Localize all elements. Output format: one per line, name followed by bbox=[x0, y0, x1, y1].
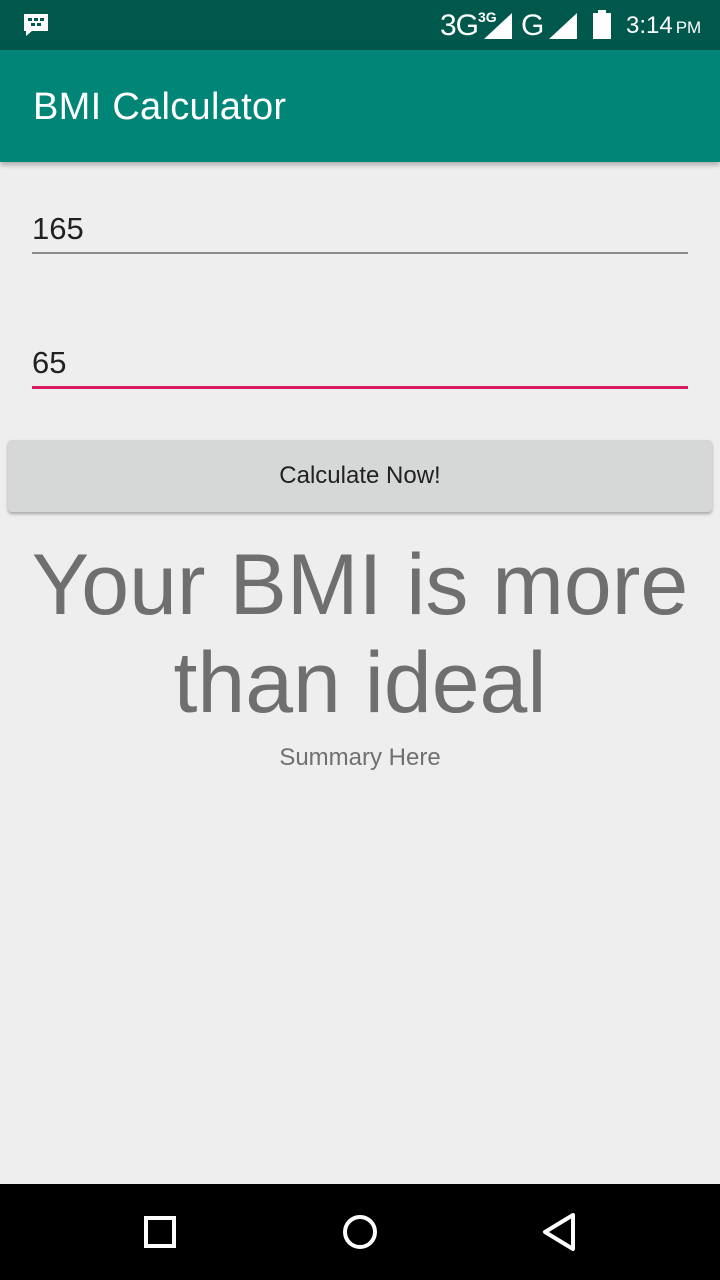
clock-ampm: PM bbox=[675, 18, 702, 37]
status-clock: 3:14 PM bbox=[626, 12, 701, 40]
recents-icon[interactable] bbox=[130, 1202, 190, 1262]
app-title: BMI Calculator bbox=[33, 86, 287, 128]
weight-input[interactable] bbox=[32, 339, 688, 389]
bmi-result-text: Your BMI is more than ideal bbox=[31, 537, 689, 731]
signal-icon bbox=[547, 11, 579, 46]
network-type-label: 3G bbox=[440, 9, 479, 42]
signal-icon bbox=[482, 11, 514, 46]
clock-time: 3:14 bbox=[626, 12, 673, 39]
height-input[interactable] bbox=[32, 206, 688, 254]
bbm-icon bbox=[22, 12, 50, 43]
calculate-button[interactable]: Calculate Now! bbox=[8, 440, 712, 512]
network-type-label-secondary: G bbox=[521, 9, 545, 42]
back-icon[interactable] bbox=[530, 1202, 590, 1262]
app-bar: BMI Calculator bbox=[0, 50, 720, 162]
navigation-bar bbox=[0, 1184, 720, 1280]
home-icon[interactable] bbox=[330, 1202, 390, 1262]
status-bar: 3G 3G G 3:14 PM bbox=[0, 0, 720, 50]
battery-icon bbox=[592, 10, 612, 45]
summary-text: Summary Here bbox=[279, 744, 441, 771]
